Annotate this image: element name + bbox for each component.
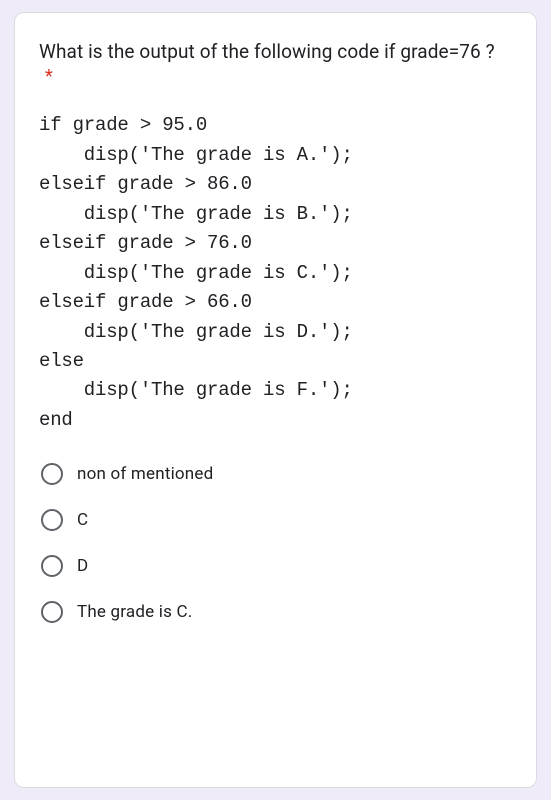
radio-icon	[41, 463, 63, 485]
option-label: C	[77, 510, 88, 530]
option-label: D	[77, 556, 88, 576]
option-1[interactable]: C	[39, 499, 512, 541]
radio-icon	[41, 601, 63, 623]
option-0[interactable]: non of mentioned	[39, 453, 512, 495]
question-card: What is the output of the following code…	[14, 12, 537, 788]
radio-icon	[41, 509, 63, 531]
option-3[interactable]: The grade is C.	[39, 591, 512, 633]
options-group: non of mentioned C D The grade is C.	[39, 453, 512, 633]
question-row: What is the output of the following code…	[39, 37, 512, 87]
code-block: if grade > 95.0 disp('The grade is A.');…	[39, 111, 512, 435]
required-asterisk: *	[45, 66, 53, 87]
option-2[interactable]: D	[39, 545, 512, 587]
option-label: non of mentioned	[77, 464, 213, 484]
option-label: The grade is C.	[77, 602, 192, 622]
radio-icon	[41, 555, 63, 577]
question-text: What is the output of the following code…	[39, 40, 495, 63]
